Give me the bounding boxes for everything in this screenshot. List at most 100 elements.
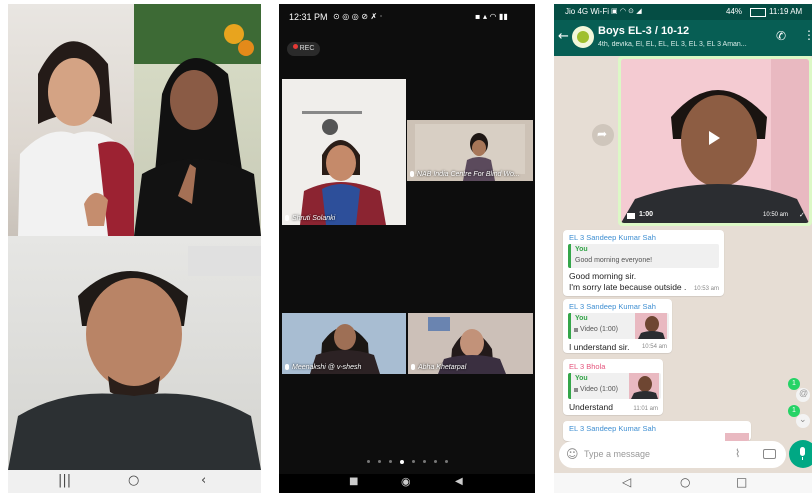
android-nav-bar: ■ ◉ ◀ <box>279 474 535 493</box>
play-icon[interactable] <box>709 131 720 145</box>
chat-subtitle[interactable]: 4th, devika, El, EL, EL, EL 3, EL 3, EL … <box>598 41 768 48</box>
read-check-icon: ✓ <box>799 211 805 219</box>
mic-icon <box>285 364 289 370</box>
message-text: Good morning sir. <box>569 271 637 281</box>
signal-battery-icons: ▪ ▴ ◠ ▮▮ <box>475 12 508 21</box>
mic-icon <box>411 364 415 370</box>
emoji-icon[interactable]: ☺ <box>566 447 579 461</box>
thumbnail-image <box>631 376 658 399</box>
chat-header: ← Boys EL-3 / 10-12 4th, devika, El, EL,… <box>554 20 812 56</box>
home-icon[interactable]: ○ <box>128 473 139 488</box>
page-dot <box>411 460 415 464</box>
page-dot <box>433 460 437 464</box>
video-message-bubble[interactable]: 1:00 10:50 am ✓ <box>618 56 812 226</box>
participant-tile-woman-black-top[interactable] <box>134 4 261 236</box>
camera-icon[interactable] <box>763 449 776 459</box>
video-duration: 1:00 <box>639 211 654 218</box>
message-time: 10:54 am <box>641 344 667 350</box>
at-icon: @ <box>799 388 809 398</box>
participant-photo <box>282 79 406 225</box>
more-options-icon[interactable]: ⋮ <box>803 28 812 42</box>
participant-photo <box>8 246 261 470</box>
home-icon[interactable]: ◉ <box>401 475 411 488</box>
message-bubble[interactable]: EL 3 Sandeep Kumar Sah <box>563 421 751 441</box>
quoted-reply[interactable]: You Video (1:00) <box>568 373 661 399</box>
message-bubble[interactable]: EL 3 Bhola You Video (1:00) Understand 1… <box>563 359 663 415</box>
mic-icon <box>410 171 414 177</box>
participant-tile-nab-india[interactable]: NAB India Centre For Blind Wo... <box>407 120 533 181</box>
quote-text: Video (1:00) <box>580 386 619 393</box>
video-icon <box>574 388 578 392</box>
group-logo-icon <box>577 31 589 43</box>
thumbnail-image <box>638 316 665 339</box>
group-avatar[interactable] <box>572 26 594 48</box>
mic-stand <box>802 457 803 460</box>
participant-photo <box>134 4 261 236</box>
video-time: 10:50 am <box>763 212 789 218</box>
add-call-icon[interactable]: ✆ <box>776 29 786 43</box>
participant-tile-meenakshi[interactable]: Meenakshi @ v-shesh <box>282 313 406 374</box>
scroll-down-button[interactable]: ⌄ <box>796 414 810 428</box>
participant-photo <box>18 41 134 236</box>
quoted-video-thumbnail <box>635 313 667 339</box>
participant-tile-shruti[interactable]: Shruti Solanki <box>282 79 406 225</box>
message-input-bar: ☺ Type a message ⌇ <box>559 441 786 468</box>
message-sender: EL 3 Bhola <box>569 362 606 371</box>
battery-percent: 44% <box>726 7 743 16</box>
participant-tile-woman-white-scarf[interactable] <box>8 4 134 236</box>
video-camera-icon <box>627 213 635 219</box>
page-dot <box>377 460 381 464</box>
status-icons: ▣ ◠ ⊙ ◢ <box>611 7 642 15</box>
mention-button[interactable]: @ <box>796 388 810 402</box>
participant-name-label: NAB India Centre For Blind Wo... <box>410 171 520 178</box>
message-time: 11:01 am <box>633 406 658 412</box>
status-time: 12:31 PM <box>289 12 328 22</box>
status-bar: Jio 4G Wi-Fi ▣ ◠ ⊙ ◢ 44% 11:19 AM <box>554 4 812 20</box>
page-dot <box>366 460 370 464</box>
quoted-reply[interactable]: You Video (1:00) <box>568 313 669 339</box>
back-icon[interactable]: ‹ <box>201 473 206 488</box>
message-time: 10:53 am <box>693 286 719 292</box>
message-bubble[interactable]: EL 3 Sandeep Kumar Sah You Video (1:00) … <box>563 299 672 353</box>
attach-icon[interactable]: ⌇ <box>735 447 740 460</box>
video-thumbnail[interactable]: 1:00 10:50 am ✓ <box>621 59 809 223</box>
recents-icon[interactable]: ||| <box>58 473 71 488</box>
video-icon <box>574 328 578 332</box>
double-chevron-down-icon: ⌄ <box>799 415 807 425</box>
voice-record-button[interactable] <box>789 440 812 468</box>
quote-author: You <box>575 246 588 253</box>
page-dot <box>388 460 392 464</box>
message-input[interactable]: Type a message <box>584 449 650 459</box>
quoted-video-thumbnail <box>629 373 659 399</box>
chat-title[interactable]: Boys EL-3 / 10-12 <box>598 25 689 37</box>
message-bubble[interactable]: EL 3 Sandeep Kumar Sah You Good morning … <box>563 230 724 296</box>
forward-button[interactable]: ➦ <box>592 124 614 146</box>
back-icon[interactable]: ◀ <box>455 476 463 487</box>
notification-icons: ⊙ ◎ ◎ ⊘ ✗ · <box>333 12 383 21</box>
recording-indicator: REC <box>287 42 320 56</box>
quoted-video-thumbnail <box>725 433 749 441</box>
participant-tile-abha[interactable]: Abha Khetarpal <box>408 313 533 374</box>
back-arrow-icon[interactable]: ← <box>558 29 569 44</box>
message-sender: EL 3 Sandeep Kumar Sah <box>569 233 656 242</box>
participant-name-label: Abha Khetarpal <box>411 364 466 371</box>
participant-name-label: Shruti Solanki <box>285 215 335 222</box>
quote-author: You <box>575 315 588 322</box>
mic-icon <box>800 447 805 456</box>
quote-text: Good morning everyone! <box>575 257 653 264</box>
status-time: 11:19 AM <box>769 7 803 16</box>
gallery-page-indicator[interactable] <box>279 453 535 471</box>
quote-text: Video (1:00) <box>580 326 619 333</box>
video-call-screen-1: ||| ○ ‹ <box>8 4 261 493</box>
home-icon[interactable]: ○ <box>680 475 690 489</box>
mic-icon <box>285 215 289 221</box>
back-icon[interactable]: ◁ <box>622 475 631 489</box>
video-call-screen-2: 12:31 PM ⊙ ◎ ◎ ⊘ ✗ · ▪ ▴ ◠ ▮▮ REC Shruti… <box>279 4 535 493</box>
stop-icon[interactable]: ■ <box>349 476 358 487</box>
battery-icon <box>750 8 766 17</box>
recents-icon[interactable]: □ <box>736 475 747 489</box>
quoted-reply[interactable]: You Good morning everyone! <box>568 244 719 268</box>
message-sender: EL 3 Sandeep Kumar Sah <box>569 302 656 311</box>
carrier-label: Jio 4G Wi-Fi <box>565 7 609 16</box>
participant-tile-man-dark-jacket[interactable] <box>8 236 261 470</box>
